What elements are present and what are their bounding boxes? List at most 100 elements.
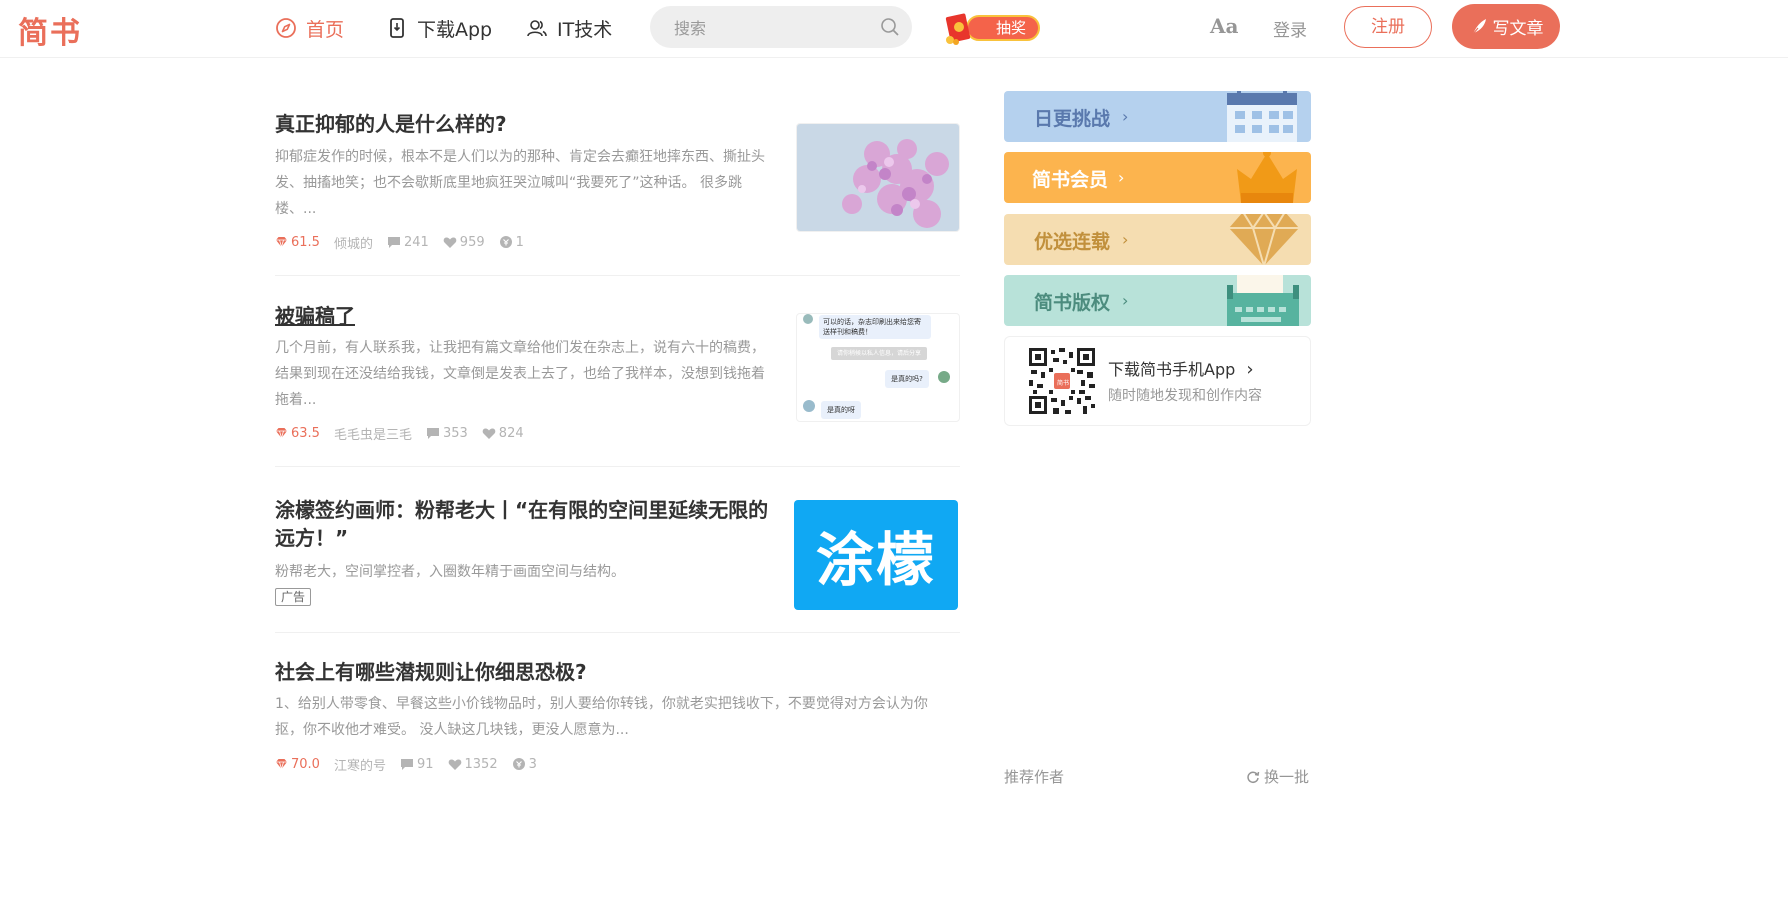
heart-icon <box>448 759 461 770</box>
article-item: 被骗稿了 几个月前，有人联系我，让我把有篇文章给他们发在杂志上，说有六十的稿费，… <box>275 276 960 467</box>
comment-count[interactable]: 353 <box>426 426 468 441</box>
ad-image-text: 涂檬 <box>815 526 936 594</box>
banner-serial[interactable]: 优选连载 › <box>1004 214 1311 265</box>
article-abstract: 1、给别人带零食、早餐这些小价钱物品时，别人要给你转钱，你就老实把钱收下，不要觉… <box>275 691 928 743</box>
banner-label: 优选连载 <box>1034 231 1111 253</box>
avatar <box>938 371 950 383</box>
like-count: 1352 <box>448 757 498 772</box>
red-envelope-icon <box>942 10 976 45</box>
reward-count: 3 <box>512 757 537 772</box>
heart-icon <box>482 428 496 439</box>
compass-icon <box>275 17 297 39</box>
chat-bubble: 是真的呀 <box>821 401 861 419</box>
heart-icon <box>443 237 457 248</box>
chat-notice: 请你稍候以私人信息，请后分享 <box>831 347 927 360</box>
download-app-title: 下载简书手机App › <box>1108 359 1254 380</box>
diamond-count: 63.5 <box>275 426 320 441</box>
ad-image[interactable]: 涂檬 <box>794 500 958 610</box>
nav-home[interactable]: 首页 <box>275 14 344 42</box>
top-navbar: 简书 首页 下载App IT技术 抽奖 Aa 登录 注册 写文章 <box>0 0 1788 58</box>
comment-count[interactable]: 241 <box>387 235 429 250</box>
banner-daily-challenge[interactable]: 日更挑战 › <box>1004 91 1311 142</box>
banner-label: 简书会员 <box>1032 169 1109 191</box>
nav-home-label: 首页 <box>306 18 345 41</box>
article-thumbnail-chat[interactable]: 可以的话，杂志印刷出来给您寄送样刊和稿费！ 请你稍候以私人信息，请后分享 是真的… <box>796 313 960 422</box>
ad-item: 涂檬签约画师：粉帮老大丨“在有限的空间里延续无限的 远方！” 粉帮老大，空间掌控… <box>275 467 960 633</box>
article-title[interactable]: 被骗稿了 <box>275 302 355 330</box>
chevron-right-icon: › <box>1122 107 1129 126</box>
write-article-label: 写文章 <box>1492 19 1544 39</box>
article-item: 社会上有哪些潜规则让你细思恐极? 1、给别人带零食、早餐这些小价钱物品时，别人要… <box>275 633 960 813</box>
article-abstract: 几个月前，有人联系我，让我把有篇文章给他们发在杂志上，说有六十的稿费， 结果到现… <box>275 335 765 413</box>
article-abstract: 粉帮老大，空间掌控者，入圈数年精于画面空间与结构。 <box>275 564 625 580</box>
diamond-icon <box>276 428 287 439</box>
phone-icon <box>386 17 408 39</box>
ad-tag: 广告 <box>275 588 312 606</box>
people-icon <box>526 17 548 39</box>
article-title[interactable]: 涂檬签约画师：粉帮老大丨“在有限的空间里延续无限的 远方！” <box>275 496 768 552</box>
like-count: 959 <box>443 235 485 250</box>
article-item: 真正抑郁的人是什么样的? 抑郁症发作的时候，根本不是人们以为的那种、肯定会去癫狂… <box>275 90 960 276</box>
banner-membership[interactable]: 简书会员 › <box>1004 152 1311 203</box>
login-link[interactable]: 登录 <box>1273 16 1307 41</box>
article-meta: 70.0 江寒的号 91 1352 3 <box>275 755 551 774</box>
banner-copyright[interactable]: 简书版权 › <box>1004 275 1311 326</box>
nav-download-app[interactable]: 下载App <box>386 14 492 42</box>
chevron-right-icon: › <box>1122 291 1129 310</box>
author-name[interactable]: 毛毛虫是三毛 <box>334 424 412 443</box>
nav-it-label: IT技术 <box>557 18 613 41</box>
article-meta: 61.5 倾城的 241 959 1 <box>275 233 538 252</box>
article-abstract: 抑郁症发作的时候，根本不是人们以为的那种、肯定会去癫狂地摔东西、撕扯头 发、抽搐… <box>275 144 765 222</box>
diamond-count: 70.0 <box>275 757 320 772</box>
author-name[interactable]: 江寒的号 <box>334 755 386 774</box>
diamond-count: 61.5 <box>275 235 320 250</box>
abstract-line: 发、抽搐地笑；也不会歇斯底里地疯狂哭泣喊叫“我要死了”这种话。 很多跳 <box>275 175 742 191</box>
lottery-button[interactable]: 抽奖 <box>942 10 1042 46</box>
coin-icon <box>512 758 525 770</box>
nav-it-tech[interactable]: IT技术 <box>526 14 612 42</box>
abstract-line: 1、给别人带零食、早餐这些小价钱物品时，别人要给你转钱，你就老实把钱收下，不要觉… <box>275 696 928 712</box>
article-title[interactable]: 社会上有哪些潜规则让你细思恐极? <box>275 658 587 686</box>
chevron-right-icon: › <box>1246 359 1254 380</box>
write-article-button[interactable]: 写文章 <box>1452 4 1560 49</box>
article-title[interactable]: 真正抑郁的人是什么样的? <box>275 110 507 138</box>
title-line: 远方！” <box>275 526 349 550</box>
article-thumbnail[interactable] <box>796 123 960 232</box>
download-app-subtitle: 随时随地发现和创作内容 <box>1108 388 1262 404</box>
download-app-card[interactable]: 简书 下载简书手机App › 随时随地发现和创作内容 <box>1004 336 1311 426</box>
abstract-line: 拖着... <box>275 392 317 408</box>
reward-count: 1 <box>499 235 524 250</box>
abstract-line: 结果到现在还没结给我钱，文章倒是发表上去了，也给了我样本，没想到钱拖着 <box>275 366 765 382</box>
feather-icon <box>1472 18 1486 34</box>
signup-button[interactable]: 注册 <box>1344 6 1432 48</box>
banner-label: 日更挑战 <box>1034 108 1111 130</box>
refresh-button[interactable]: 换一批 <box>1246 766 1309 787</box>
diamond-icon <box>276 759 287 770</box>
chat-bubble: 可以的话，杂志印刷出来给您寄送样刊和稿费！ <box>819 315 931 339</box>
chat-bubble: 是真的吗? <box>885 370 929 388</box>
search-icon[interactable] <box>880 17 900 37</box>
author-name[interactable]: 倾城的 <box>334 233 373 252</box>
logo[interactable]: 简书 <box>18 8 82 52</box>
abstract-line: 抑郁症发作的时候，根本不是人们以为的那种、肯定会去癫狂地摔东西、撕扯头 <box>275 149 765 165</box>
qr-badge: 简书 <box>1057 380 1070 387</box>
abstract-line: 几个月前，有人联系我，让我把有篇文章给他们发在杂志上，说有六十的稿费， <box>275 340 765 356</box>
title-line: 涂檬签约画师：粉帮老大丨“在有限的空间里延续无限的 <box>275 498 769 522</box>
nav-download-label: 下载App <box>417 18 493 41</box>
search-box <box>650 6 912 48</box>
comment-icon <box>426 427 439 439</box>
abstract-line: 楼、... <box>275 201 317 217</box>
font-size-toggle[interactable]: Aa <box>1210 14 1238 38</box>
diamond-icon <box>276 237 287 248</box>
lilac-flower-image <box>797 124 959 231</box>
article-meta: 63.5 毛毛虫是三毛 353 824 <box>275 424 538 443</box>
coin-icon <box>499 236 512 248</box>
like-count: 824 <box>482 426 524 441</box>
comment-icon <box>400 758 413 770</box>
crown-icon <box>1237 152 1297 203</box>
search-input[interactable] <box>672 16 866 40</box>
calendar-icon <box>1227 91 1297 142</box>
avatar <box>803 400 815 412</box>
diamond-gem-icon <box>1229 214 1299 265</box>
comment-count[interactable]: 91 <box>400 757 434 772</box>
